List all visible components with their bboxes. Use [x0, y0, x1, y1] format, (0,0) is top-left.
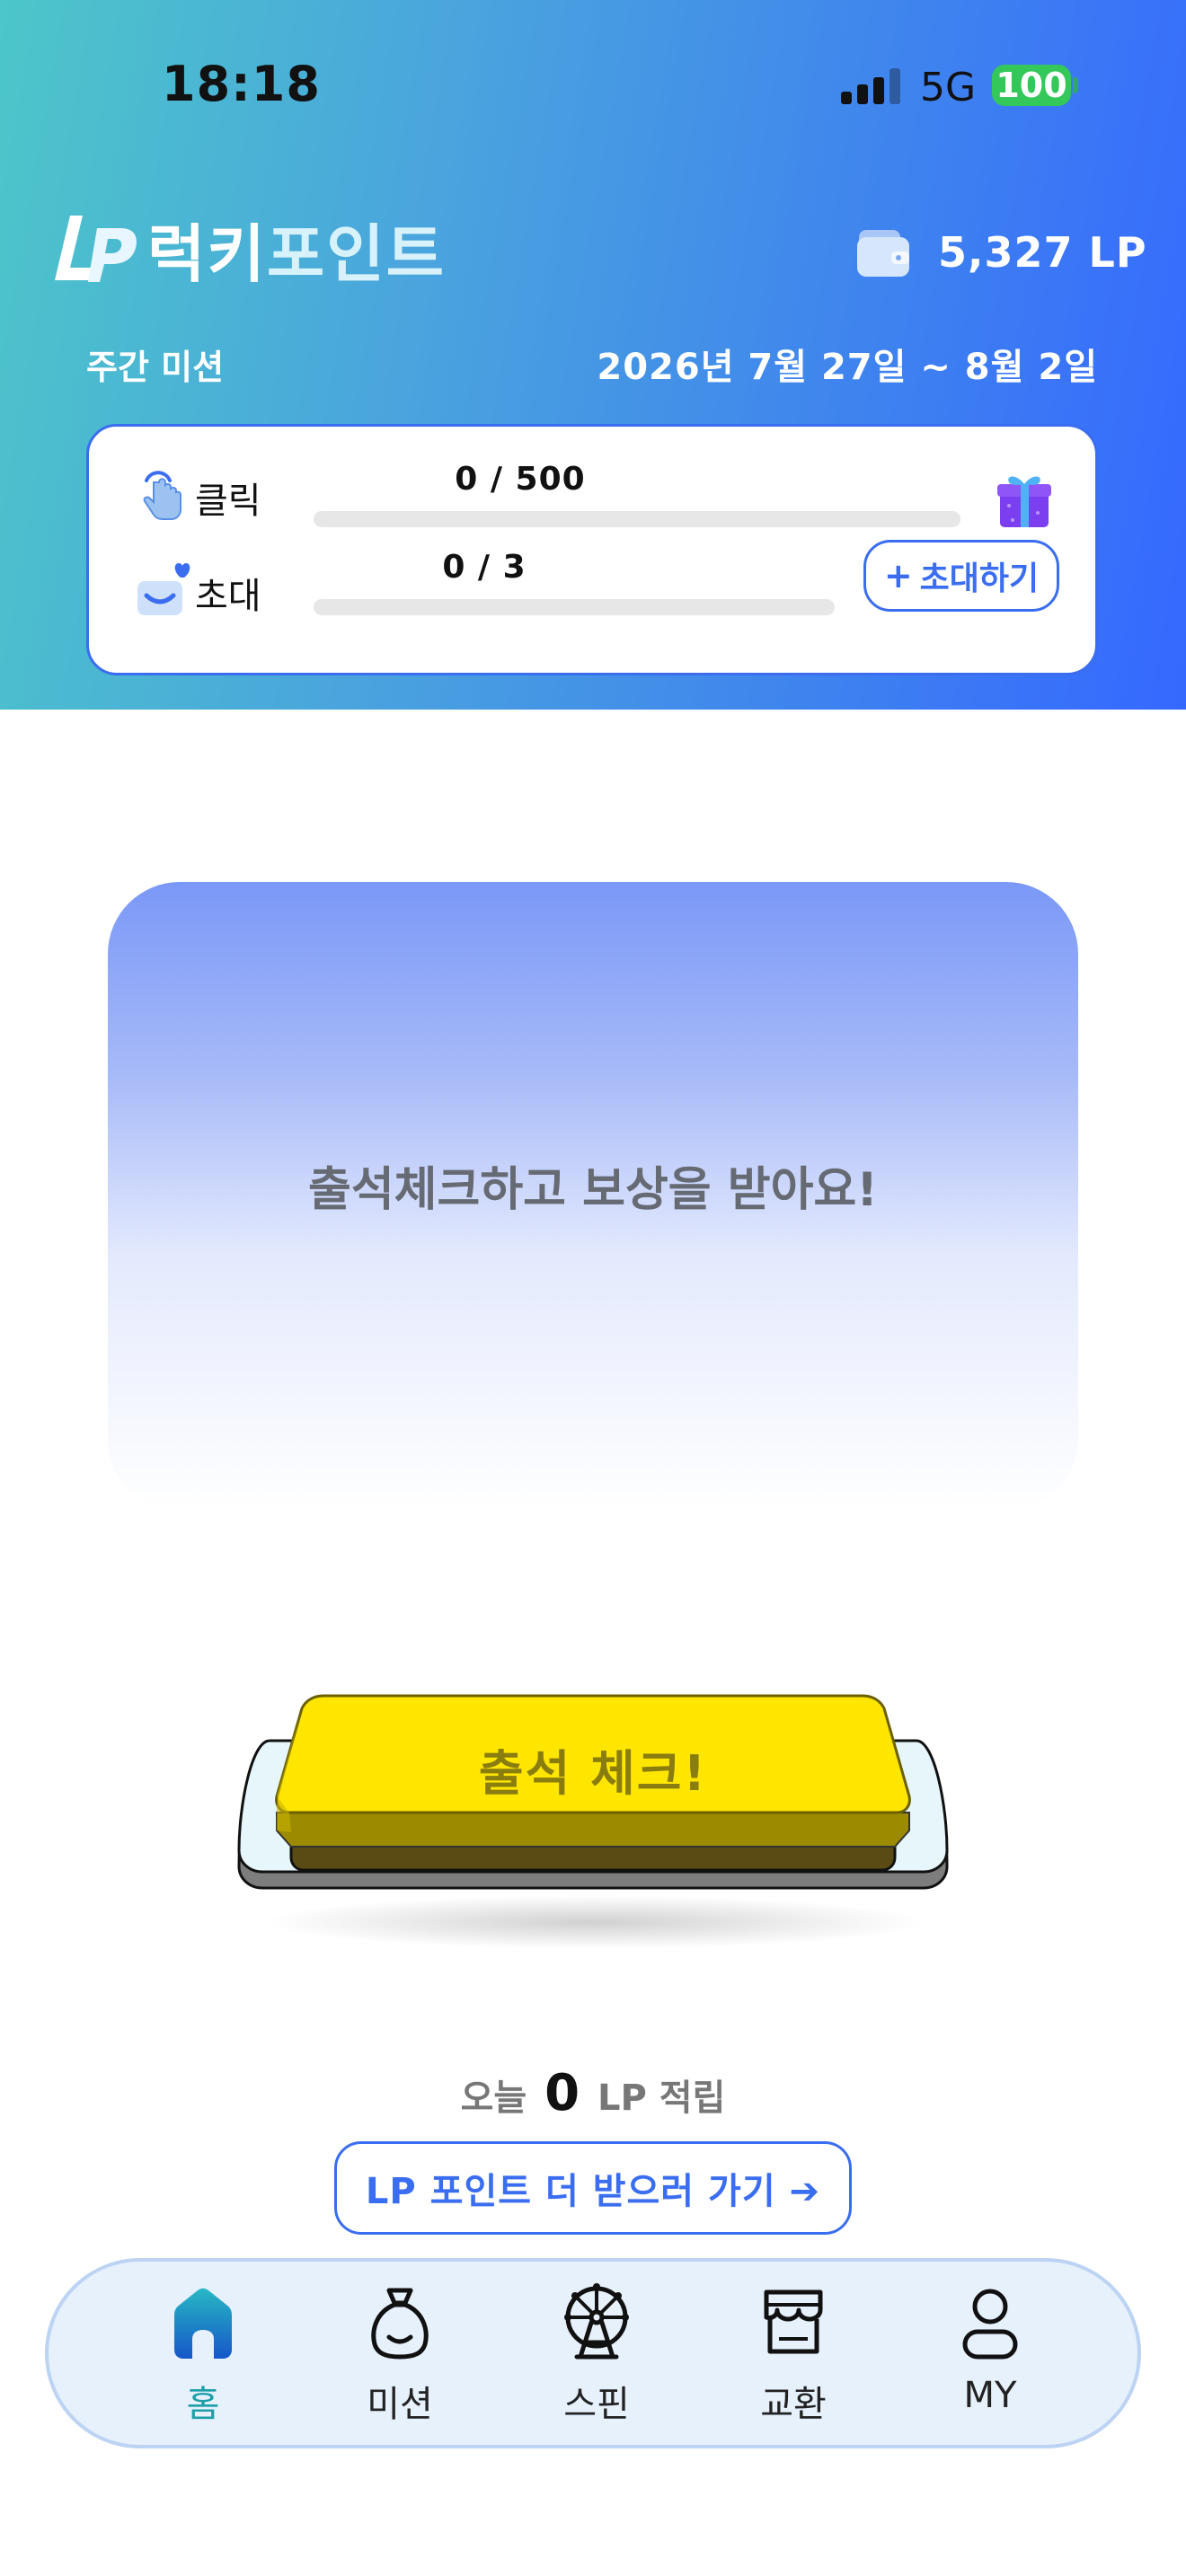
gift-icon[interactable] [993, 468, 1056, 531]
brand-name-light: 포인트 [266, 216, 447, 291]
mission-invite-progress [314, 599, 835, 615]
mission-click-progress [314, 511, 960, 527]
bottom-nav: 홈 미션 스핀 교환 MY [45, 2258, 1141, 2448]
invite-heart-icon [137, 563, 190, 615]
pointer-tap-icon [143, 471, 181, 520]
brand[interactable]: 럭키포인트 [52, 208, 446, 291]
nav-my[interactable]: MY [918, 2262, 1062, 2452]
nav-mission-label: 미션 [367, 2384, 433, 2425]
store-icon [764, 2289, 823, 2354]
lp-logo-icon [55, 216, 137, 282]
wallet-amount: 5,327 LP [938, 228, 1147, 277]
today-value: 0 [544, 2064, 580, 2122]
wallet[interactable]: 5,327 LP [855, 225, 1147, 280]
weekly-mission-label: 주간 미션 [86, 348, 225, 387]
invite-button-label: 초대하기 [919, 560, 1040, 597]
mission-invite-count: 0 / 3 [442, 549, 527, 586]
nav-mission[interactable]: 미션 [328, 2262, 472, 2452]
weekly-mission-card: 클릭 0 / 500 초대 0 / 3 + 초대하기 [86, 424, 1098, 675]
nav-exchange[interactable]: 교환 [721, 2262, 865, 2452]
mission-row-click: 클릭 0 / 500 [89, 436, 1095, 534]
mission-row-invite: 초대 0 / 3 + 초대하기 [89, 540, 1095, 639]
nav-my-label: MY [963, 2375, 1017, 2416]
brand-name: 럭키포인트 [147, 204, 446, 295]
attendance-card: 출석체크하고 보상을 받아요! [108, 882, 1078, 1511]
attendance-title: 출석체크하고 보상을 받아요! [307, 1163, 878, 1217]
signal-icon [841, 68, 902, 104]
home-icon [174, 2288, 232, 2359]
nav-exchange-label: 교환 [760, 2384, 827, 2425]
today-earned: 오늘 0 LP 적립 [0, 2064, 1186, 2122]
more-points-button[interactable]: LP 포인트 더 받으러 가기 ➔ [334, 2141, 852, 2235]
nav-spin[interactable]: 스핀 [525, 2262, 668, 2452]
nav-home-label: 홈 [186, 2384, 220, 2425]
invite-button[interactable]: + 초대하기 [863, 540, 1059, 612]
ferris-wheel-icon [564, 2283, 629, 2360]
wallet-icon [857, 230, 909, 277]
battery-cap [1073, 77, 1078, 93]
attendance-button-label: 출석 체크! [478, 1745, 708, 1802]
user-icon [962, 2289, 1018, 2360]
network-type: 5G [920, 65, 977, 110]
money-bag-icon [371, 2288, 429, 2360]
plus-icon: + [883, 556, 913, 595]
attendance-check-button[interactable]: 출석 체크! [234, 1689, 952, 1958]
mission-click-label: 클릭 [195, 481, 261, 522]
today-prefix: 오늘 [460, 2078, 527, 2119]
nav-spin-label: 스핀 [563, 2384, 630, 2425]
today-suffix: LP 적립 [597, 2078, 726, 2119]
weekly-mission-range: 2026년 7월 27일 ~ 8월 2일 [597, 347, 1098, 388]
status-time: 18:18 [162, 56, 321, 112]
status-bar: 18:18 5G 100 [0, 0, 1186, 171]
mission-click-count: 0 / 500 [455, 461, 586, 498]
brand-name-bold: 럭키 [147, 216, 267, 291]
header: 18:18 5G 100 럭키포인트 5,327 LP 주간 미션 2026년 … [0, 0, 1186, 710]
attendance-button-graphic [237, 1694, 949, 1890]
mission-invite-label: 초대 [195, 576, 261, 617]
battery-icon: 100 [992, 65, 1071, 106]
nav-home[interactable]: 홈 [131, 2262, 275, 2452]
